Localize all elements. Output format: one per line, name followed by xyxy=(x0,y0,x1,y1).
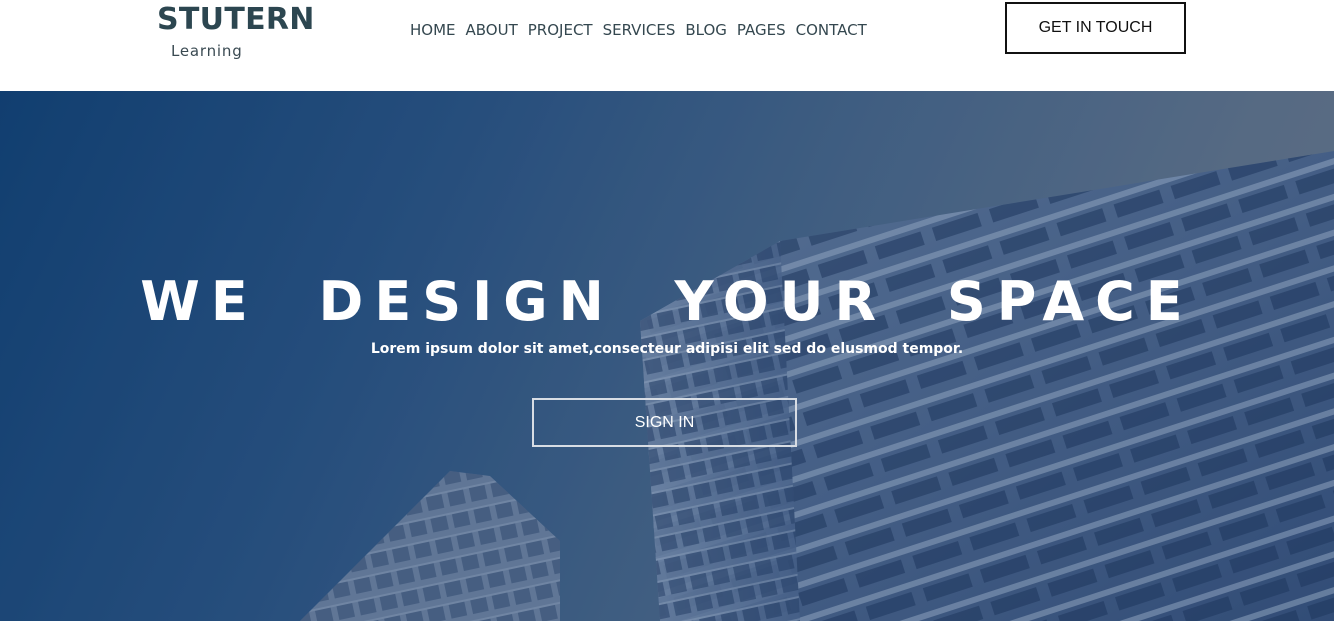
nav-item-services[interactable]: SERVICES xyxy=(603,21,676,39)
hero-subtitle: Lorem ipsum dolor sit amet,consecteur ad… xyxy=(370,341,964,357)
hero-title: WE DESIGN YOUR SPACE xyxy=(140,270,1194,333)
nav-item-home[interactable]: HOME xyxy=(410,21,456,39)
site-header: STUTERN Learning HOME ABOUT PROJECT SERV… xyxy=(0,0,1334,91)
brand-name: STUTERN xyxy=(157,2,315,37)
nav-item-blog[interactable]: BLOG xyxy=(685,21,727,39)
brand-tagline: Learning xyxy=(171,42,243,60)
main-nav: HOME ABOUT PROJECT SERVICES BLOG PAGES C… xyxy=(410,20,867,40)
sign-in-button[interactable]: SIGN IN xyxy=(532,398,797,447)
logo[interactable]: STUTERN Learning xyxy=(157,2,315,60)
nav-item-project[interactable]: PROJECT xyxy=(528,21,593,39)
hero-section: WE DESIGN YOUR SPACE Lorem ipsum dolor s… xyxy=(0,91,1334,621)
get-in-touch-button[interactable]: GET IN TOUCH xyxy=(1005,2,1186,54)
nav-item-pages[interactable]: PAGES xyxy=(737,21,786,39)
nav-item-contact[interactable]: CONTACT xyxy=(796,21,867,39)
nav-item-about[interactable]: ABOUT xyxy=(466,21,518,39)
landing-page: STUTERN Learning HOME ABOUT PROJECT SERV… xyxy=(0,0,1334,621)
